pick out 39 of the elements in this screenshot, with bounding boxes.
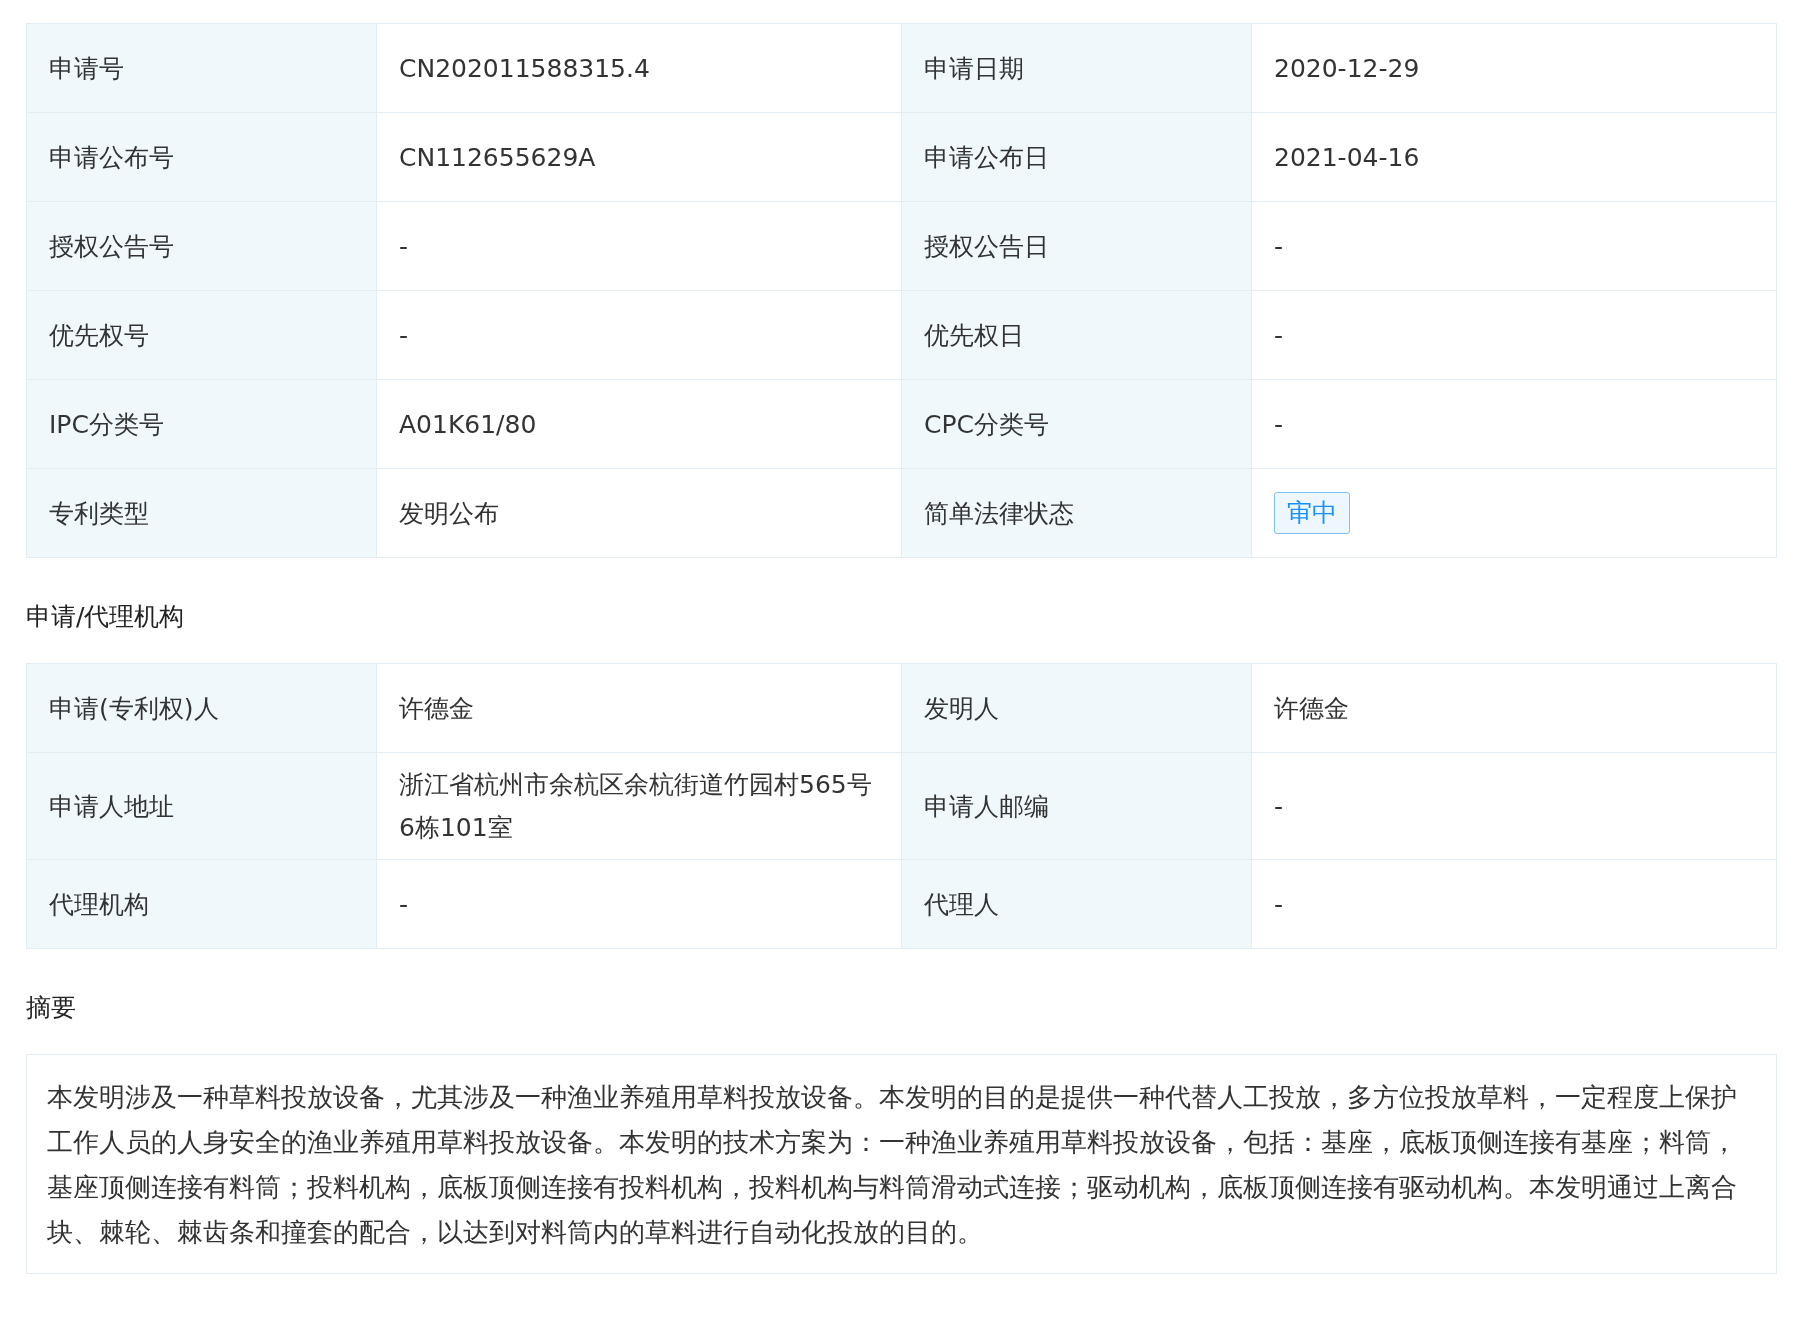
section-title: 申请/代理机构 bbox=[26, 601, 186, 633]
field-value: - bbox=[1252, 860, 1777, 949]
field-label: 专利类型 bbox=[27, 469, 377, 558]
field-value: 2020-12-29 bbox=[1252, 24, 1777, 113]
field-label: CPC分类号 bbox=[902, 380, 1252, 469]
field-label: 授权公告号 bbox=[27, 202, 377, 291]
field-label: 申请日期 bbox=[902, 24, 1252, 113]
field-label: 授权公告日 bbox=[902, 202, 1252, 291]
abstract-text: 本发明涉及一种草料投放设备，尤其涉及一种渔业养殖用草料投放设备。本发明的目的是提供一种代替人工投放，多方位投放草料，一定程度上保护工作人员的人身安全的渔业养殖用草料投放设备。本发明的技术方案为：一种渔业养殖用草料投放设备，包括：基座，底板顶侧连接有基座；料筒，基座顶侧连接有料筒；投料机构，底板顶侧连接有投料机构，投料机构与料筒滑动式连接；驱动机构，底板顶侧连接有驱动机构。本发明通过上离合块、棘轮、棘齿条和撞套的配合，以达到对料筒内的草料进行自动化投放的目的。 bbox=[26, 1054, 1777, 1274]
field-label: 申请人地址 bbox=[27, 753, 377, 860]
field-value: - bbox=[1252, 380, 1777, 469]
field-label: 简单法律状态 bbox=[902, 469, 1252, 558]
field-value: CN112655629A bbox=[377, 113, 902, 202]
field-value: 许德金 bbox=[377, 664, 902, 753]
field-value: 浙江省杭州市余杭区余杭街道竹园村565号6栋101室 bbox=[377, 753, 902, 860]
field-value: - bbox=[377, 202, 902, 291]
field-value: - bbox=[377, 860, 902, 949]
field-value: - bbox=[1252, 291, 1777, 380]
field-label: 申请公布号 bbox=[27, 113, 377, 202]
field-label: 代理机构 bbox=[27, 860, 377, 949]
field-label: IPC分类号 bbox=[27, 380, 377, 469]
field-label: 优先权号 bbox=[27, 291, 377, 380]
field-value: 许德金 bbox=[1252, 664, 1777, 753]
section-title: 摘要 bbox=[26, 992, 77, 1024]
field-value: - bbox=[1252, 202, 1777, 291]
field-value: 2021-04-16 bbox=[1252, 113, 1777, 202]
field-value: - bbox=[1252, 753, 1777, 860]
field-label: 申请号 bbox=[27, 24, 377, 113]
status-tag: 审中 bbox=[1274, 492, 1350, 534]
field-value: CN202011588315.4 bbox=[377, 24, 902, 113]
field-label: 代理人 bbox=[902, 860, 1252, 949]
field-label: 申请人邮编 bbox=[902, 753, 1252, 860]
field-value: - bbox=[377, 291, 902, 380]
field-label: 发明人 bbox=[902, 664, 1252, 753]
field-value: A01K61/80 bbox=[377, 380, 902, 469]
field-label: 申请公布日 bbox=[902, 113, 1252, 202]
field-label: 优先权日 bbox=[902, 291, 1252, 380]
field-label: 申请(专利权)人 bbox=[27, 664, 377, 753]
field-value: 发明公布 bbox=[377, 469, 902, 558]
